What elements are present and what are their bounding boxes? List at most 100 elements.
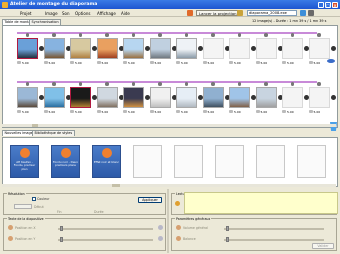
menu-projet[interactable]: Projet [20,11,32,16]
storyboard-scrollbar[interactable] [2,124,336,127]
slide-duration[interactable]: 5.00 [314,110,321,114]
slide-duration[interactable]: 5.00 [287,110,294,114]
row1-slide-thumbnail[interactable] [17,38,38,59]
slide-duration[interactable]: 5.00 [75,110,82,114]
slide-duration[interactable]: 5.00 [314,61,321,65]
row1-slide-thumbnail[interactable] [43,38,65,59]
projection-button[interactable]: Lancer la projection [196,10,240,16]
slide-marker[interactable] [131,33,135,37]
slide-marker[interactable] [237,33,241,37]
slide-marker[interactable] [317,33,321,37]
export-icon[interactable] [300,10,306,16]
position-x-slider[interactable] [58,228,153,230]
slide-marker[interactable] [78,33,82,37]
position-y-knob[interactable] [60,237,63,242]
projector-icon[interactable] [187,10,193,16]
position-x-knob[interactable] [60,226,63,231]
slide-marker[interactable] [25,33,29,37]
slide-marker[interactable] [211,33,215,37]
reset-x-icon[interactable] [158,225,163,230]
balance-knob[interactable] [226,237,229,242]
folder-icon[interactable] [237,10,243,16]
splitter[interactable] [167,189,169,253]
maximize-button[interactable]: □ [325,1,331,8]
appliquer-button[interactable]: Appliquer [138,197,162,203]
minimize-button[interactable]: _ [318,1,324,8]
menu-son[interactable]: Son [62,11,70,16]
slide-marker[interactable] [78,82,82,86]
row1-slide-thumbnail[interactable] [282,38,303,59]
slide-duration[interactable]: 5.00 [128,110,135,114]
scroll-thumb[interactable] [32,124,38,127]
panel-scrollbar[interactable] [2,184,336,187]
slide-duration[interactable]: 5.00 [49,110,56,114]
menu-options[interactable]: Options [75,11,90,16]
slide-marker[interactable] [264,82,268,86]
sound-icon[interactable] [175,201,180,206]
row1-slide-thumbnail[interactable] [202,38,224,59]
slide-duration[interactable]: 5.00 [287,61,294,65]
position-y-slider[interactable] [58,239,153,241]
slide-duration[interactable]: 5.00 [49,61,56,65]
menu-image[interactable]: Image [45,11,58,16]
scroll-thumb[interactable] [112,184,120,187]
row2-slide-thumbnail[interactable] [308,87,330,108]
slide-duration[interactable]: 5.00 [155,61,162,65]
row1-slide-thumbnail[interactable] [123,38,144,59]
slide-marker[interactable] [184,82,188,86]
reset-y-icon[interactable] [158,236,163,241]
slide-duration[interactable]: 5.00 [22,110,29,114]
debut-field[interactable] [14,204,32,209]
slide-duration[interactable]: 5.00 [208,110,215,114]
sound-waveform-area[interactable] [184,192,338,214]
slide-duration[interactable]: 5.00 [102,110,109,114]
row2-slide-thumbnail[interactable] [123,87,144,108]
slide-duration[interactable]: 5.00 [261,110,268,114]
slide-duration[interactable]: 5.00 [22,61,29,65]
style-preset-3[interactable]: Effet noir et blanc [92,145,121,178]
row2-slide-thumbnail[interactable] [149,87,171,108]
row2-slide-thumbnail[interactable] [17,87,38,108]
slide-duration[interactable]: 5.00 [181,61,188,65]
tab-bibliotheque-styles[interactable]: Bibliothèque de styles [32,130,75,136]
balance-slider[interactable] [224,239,324,241]
slide-marker[interactable] [211,82,215,86]
couleur-checkbox[interactable] [32,197,36,201]
slide-marker[interactable] [52,33,56,37]
slide-duration[interactable]: 5.00 [75,61,82,65]
row2-slide-thumbnail[interactable] [43,87,65,108]
preview-eye-icon[interactable] [327,59,335,63]
slide-marker[interactable] [290,82,294,86]
slide-duration[interactable]: 5.00 [261,61,268,65]
menu-affichage[interactable]: Affichage [97,11,116,16]
row2-slide-thumbnail[interactable] [96,87,118,108]
close-button[interactable]: × [332,1,338,8]
slide-marker[interactable] [52,82,56,86]
slide-marker[interactable] [184,33,188,37]
slide-marker[interactable] [317,82,321,86]
slide-marker[interactable] [25,82,29,86]
row2-slide-thumbnail[interactable] [176,87,197,108]
row2-slide-thumbnail[interactable] [202,87,224,108]
volume-knob[interactable] [226,226,229,231]
row1-slide-thumbnail[interactable] [229,38,250,59]
slide-marker[interactable] [105,82,109,86]
slide-duration[interactable]: 5.00 [208,61,215,65]
slide-marker[interactable] [158,33,162,37]
slide-duration[interactable]: 5.00 [102,61,109,65]
slide-marker[interactable] [105,33,109,37]
menu-aide[interactable]: Aide [121,11,130,16]
style-preset-1[interactable]: AH Kaufen - Fondu, premier plan [10,145,39,178]
slide-duration[interactable]: 5.00 [181,110,188,114]
row1-slide-thumbnail[interactable] [96,38,118,59]
row1-slide-thumbnail[interactable] [70,38,91,59]
row1-slide-thumbnail[interactable] [176,38,197,59]
slide-duration[interactable]: 5.00 [234,61,241,65]
row2-slide-thumbnail[interactable] [282,87,303,108]
row2-slide-thumbnail[interactable] [229,87,250,108]
slide-marker[interactable] [131,82,135,86]
slide-duration[interactable]: 5.00 [128,61,135,65]
valider-button[interactable]: Valider [312,243,334,249]
row1-slide-thumbnail[interactable] [308,38,330,59]
settings-icon[interactable] [308,10,314,16]
